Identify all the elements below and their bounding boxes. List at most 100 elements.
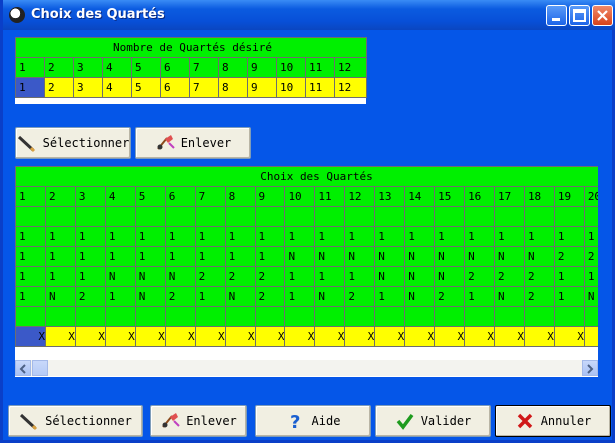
choice-cell[interactable]: 1 (194, 246, 226, 267)
choice-cell[interactable] (553, 206, 585, 227)
quartes-count-number-cell[interactable]: 3 (73, 57, 103, 78)
choice-cell[interactable]: N (464, 246, 495, 267)
choice-cell[interactable]: 1 (583, 266, 598, 287)
choice-cell[interactable] (44, 306, 76, 327)
choice-column-header-cell[interactable]: 19 (553, 186, 585, 207)
choice-cell[interactable] (224, 206, 256, 227)
choice-column-header-cell[interactable]: 7 (194, 186, 226, 207)
choice-cell[interactable] (134, 206, 166, 227)
quartes-count-selection-cell[interactable]: 7 (189, 77, 219, 98)
choice-mark-cell[interactable]: X (374, 326, 406, 347)
choice-column-header-cell[interactable]: 5 (134, 186, 166, 207)
choice-cell[interactable] (194, 306, 226, 327)
choice-cell[interactable] (404, 306, 436, 327)
scroll-right-button[interactable] (582, 360, 598, 376)
choice-cell[interactable]: N (344, 246, 376, 267)
choice-cell[interactable]: 1 (344, 266, 376, 287)
choice-column-header-cell[interactable]: 9 (254, 186, 286, 207)
quartes-count-number-cell[interactable]: 12 (333, 57, 368, 78)
choice-cell[interactable]: 1 (194, 286, 226, 307)
quartes-count-selection-cell[interactable]: 8 (218, 77, 248, 98)
choice-cell[interactable]: 1 (314, 226, 346, 247)
quartes-count-selection-cell[interactable]: 9 (247, 77, 277, 98)
choice-cell[interactable]: 1 (74, 266, 106, 287)
choice-cell[interactable]: 1 (15, 266, 46, 287)
choice-cell[interactable] (104, 206, 136, 227)
choice-mark-cell[interactable]: X (164, 326, 196, 347)
choice-cell[interactable]: N (314, 286, 346, 307)
choice-cell[interactable] (15, 306, 46, 327)
choice-cell[interactable]: 1 (374, 226, 406, 247)
quartes-count-number-cell[interactable]: 1 (15, 57, 45, 78)
choice-mark-cell[interactable]: X (494, 326, 525, 347)
choice-column-header-cell[interactable]: 17 (494, 186, 525, 207)
choice-cell[interactable]: 1 (224, 246, 256, 267)
choice-cell[interactable] (494, 306, 525, 327)
choice-cell[interactable]: N (314, 246, 346, 267)
choice-cell[interactable] (523, 206, 555, 227)
choice-cell[interactable]: N (284, 246, 316, 267)
choice-cell[interactable]: 2 (344, 286, 376, 307)
choice-cell[interactable]: N (404, 286, 436, 307)
choice-cell[interactable] (44, 206, 76, 227)
choice-cell[interactable] (284, 206, 316, 227)
choice-cell[interactable] (583, 206, 598, 227)
choice-cell[interactable]: 1 (254, 226, 286, 247)
choice-cell[interactable]: 2 (583, 246, 598, 267)
choice-cell[interactable] (434, 206, 466, 227)
quartes-count-selection-cell[interactable]: 3 (73, 77, 103, 98)
choice-cell[interactable]: 1 (104, 246, 136, 267)
remove-button[interactable]: Enlever (150, 405, 247, 437)
quartes-count-selection-cell[interactable]: 10 (276, 77, 306, 98)
choice-cell[interactable]: 1 (44, 246, 76, 267)
choice-mark-cell[interactable]: X (104, 326, 136, 347)
choice-cell[interactable]: 2 (254, 286, 286, 307)
choice-mark-cell[interactable]: X (404, 326, 436, 347)
choice-cell[interactable] (404, 206, 436, 227)
choice-cell[interactable] (344, 206, 376, 227)
quartes-count-selection-cell[interactable]: 2 (44, 77, 74, 98)
choice-column-header-cell[interactable]: 11 (314, 186, 346, 207)
choice-cell[interactable]: N (494, 286, 525, 307)
choice-cell[interactable]: 1 (404, 226, 436, 247)
choice-cell[interactable] (164, 306, 196, 327)
choice-cell[interactable] (374, 206, 406, 227)
choice-mark-cell[interactable]: X (553, 326, 585, 347)
quartes-count-selection-cell[interactable]: 12 (333, 77, 368, 98)
choice-mark-cell[interactable]: X (344, 326, 376, 347)
choice-column-header-cell[interactable]: 6 (164, 186, 196, 207)
choice-cell[interactable]: 1 (464, 226, 495, 247)
choice-cell[interactable]: 1 (374, 286, 406, 307)
title-bar[interactable]: Choix des Quartés (3, 0, 615, 30)
quartes-count-number-cell[interactable]: 4 (102, 57, 132, 78)
choice-cell[interactable]: 2 (224, 266, 256, 287)
select-top-button[interactable]: Sélectionner (15, 127, 131, 159)
choice-cell[interactable]: 1 (254, 246, 286, 267)
choice-cell[interactable]: 1 (104, 286, 136, 307)
scroll-left-button[interactable] (15, 360, 31, 376)
choice-cell[interactable]: 2 (523, 266, 555, 287)
choice-cell[interactable] (284, 306, 316, 327)
choice-cell[interactable] (74, 306, 106, 327)
choice-cell[interactable]: N (404, 266, 436, 287)
choice-cell[interactable]: 2 (434, 286, 466, 307)
choice-cell[interactable]: 1 (553, 226, 585, 247)
choice-mark-cell[interactable]: X (15, 326, 46, 347)
choice-cell[interactable]: N (434, 266, 466, 287)
choice-cell[interactable]: 1 (15, 286, 46, 307)
choice-cell[interactable]: 1 (164, 246, 196, 267)
choice-cell[interactable]: 1 (523, 226, 555, 247)
choice-column-header-cell[interactable]: 10 (284, 186, 316, 207)
choice-cell[interactable]: 1 (134, 246, 166, 267)
choice-cell[interactable] (553, 306, 585, 327)
choice-cell[interactable]: 2 (553, 246, 585, 267)
choice-mark-cell[interactable]: X (134, 326, 166, 347)
choice-cell[interactable] (314, 206, 346, 227)
choice-cell[interactable]: N (134, 266, 166, 287)
choice-cell[interactable]: 1 (314, 266, 346, 287)
choice-cell[interactable]: 2 (464, 266, 495, 287)
choice-column-header-cell[interactable]: 8 (224, 186, 256, 207)
choice-cell[interactable]: 1 (553, 266, 585, 287)
choice-cell[interactable]: N (134, 286, 166, 307)
choice-cell[interactable]: 1 (434, 226, 466, 247)
